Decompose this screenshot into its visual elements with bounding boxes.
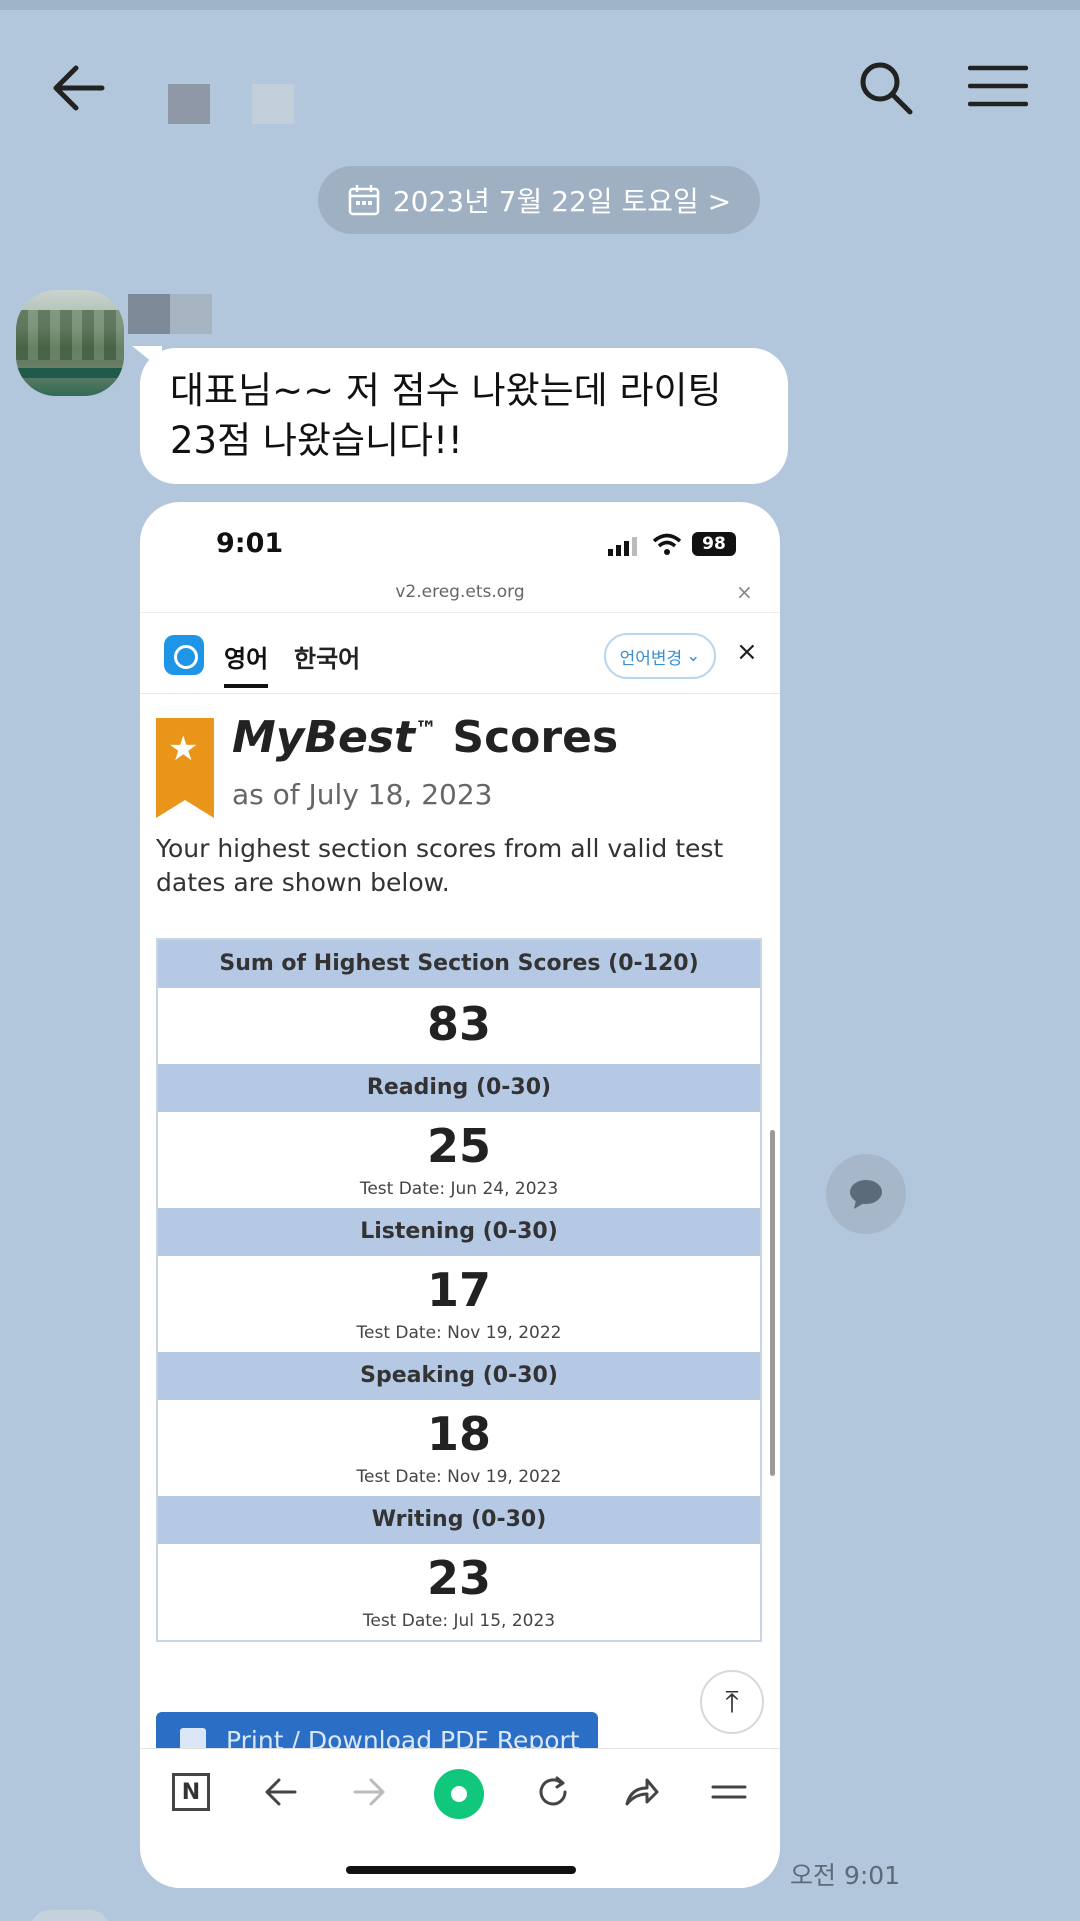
section-test-date: Test Date: Jun 24, 2023 xyxy=(359,1179,559,1199)
back-arrow-icon[interactable] xyxy=(50,62,110,114)
phone-status-bar: 9:01 98 xyxy=(140,502,780,584)
section-score: 17 xyxy=(426,1263,491,1317)
menu-icon[interactable] xyxy=(968,64,1028,108)
language-change-label: 언어변경 xyxy=(619,648,683,669)
blurred-sender-name xyxy=(128,294,170,334)
sum-row: 83 xyxy=(158,988,760,1064)
trademark: ™ xyxy=(415,717,438,743)
sum-value: 83 xyxy=(426,997,491,1051)
section-test-date: Test Date: Nov 19, 2022 xyxy=(356,1467,562,1487)
section-test-date: Test Date: Nov 19, 2022 xyxy=(356,1323,562,1343)
date-label: 2023년 7월 22일 토요일 > xyxy=(392,185,732,218)
close-icon: × xyxy=(736,580,753,604)
date-divider[interactable]: 2023년 7월 22일 토요일 > xyxy=(318,166,760,234)
section-header: Reading (0-30) xyxy=(158,1064,760,1112)
section-score: 18 xyxy=(426,1407,491,1461)
language-change-button: 언어변경 ⌄ xyxy=(604,633,716,679)
hamburger-icon xyxy=(708,1771,750,1813)
top-strip xyxy=(0,0,1080,10)
message-text: 대표님~~ 저 점수 나왔는데 라이팅 23점 나왔습니다!! xyxy=(170,369,722,462)
browser-toolbar: N xyxy=(140,1748,780,1838)
home-icon xyxy=(434,1769,484,1819)
title-rest: Scores xyxy=(437,712,619,763)
blurred-sender-name xyxy=(170,294,212,334)
avatar[interactable] xyxy=(30,1910,110,1921)
section-row: 25 Test Date: Jun 24, 2023 xyxy=(158,1112,760,1208)
home-indicator xyxy=(346,1866,576,1874)
back-icon xyxy=(260,1771,302,1813)
tab-english: 영어 xyxy=(224,639,269,688)
scroll-indicator xyxy=(770,1130,775,1476)
section-test-date: Test Date: Jul 15, 2023 xyxy=(362,1611,556,1631)
battery-icon: 98 xyxy=(692,532,736,556)
comment-icon[interactable] xyxy=(826,1154,906,1234)
sum-header: Sum of Highest Section Scores (0-120) xyxy=(158,940,760,988)
search-icon[interactable] xyxy=(858,60,914,116)
section-row: 23 Test Date: Jul 15, 2023 xyxy=(158,1544,760,1640)
share-icon xyxy=(620,1771,662,1813)
calendar-icon xyxy=(348,185,380,216)
avatar[interactable] xyxy=(16,290,124,396)
message-timestamp: 오전 9:01 xyxy=(790,1861,901,1890)
tab-korean: 한국어 xyxy=(294,645,361,673)
refresh-icon xyxy=(532,1771,574,1813)
image-message[interactable]: 9:01 98 v2.ereg.ets.org × 영어 한국어 언어변경 ⌄ … xyxy=(140,502,780,1888)
status-time: 9:01 xyxy=(216,528,284,559)
section-row: 18 Test Date: Nov 19, 2022 xyxy=(158,1400,760,1496)
section-header: Speaking (0-30) xyxy=(158,1352,760,1400)
scores-table: Sum of Highest Section Scores (0-120) 83… xyxy=(156,938,762,1642)
page-title: MyBest™ Scores xyxy=(232,712,618,763)
section-score: 25 xyxy=(426,1119,491,1173)
section-header: Listening (0-30) xyxy=(158,1208,760,1256)
section-row: 17 Test Date: Nov 19, 2022 xyxy=(158,1256,760,1352)
scroll-to-top-icon: ⤒ xyxy=(700,1670,764,1734)
description: Your highest section scores from all val… xyxy=(156,834,724,897)
blurred-chat-name xyxy=(252,84,294,124)
signal-icon xyxy=(608,537,637,556)
url-bar: v2.ereg.ets.org xyxy=(395,582,525,602)
site-header: 영어 한국어 언어변경 ⌄ × xyxy=(140,612,780,694)
as-of-date: as of July 18, 2023 xyxy=(232,778,493,811)
section-score: 23 xyxy=(426,1551,491,1605)
printer-icon xyxy=(180,1728,206,1750)
blurred-chat-name xyxy=(168,84,210,124)
star-ribbon-icon: ★ xyxy=(156,718,214,818)
title-brand: MyBest xyxy=(232,712,416,763)
section-header: Writing (0-30) xyxy=(158,1496,760,1544)
message-bubble[interactable]: 대표님~~ 저 점수 나왔는데 라이팅 23점 나왔습니다!! xyxy=(140,348,788,484)
naver-icon: N xyxy=(172,1773,210,1811)
wifi-icon xyxy=(652,533,682,555)
forward-icon xyxy=(348,1771,390,1813)
close-icon: × xyxy=(736,637,758,667)
chevron-down-icon: ⌄ xyxy=(686,646,701,666)
ets-logo-icon xyxy=(164,635,204,675)
